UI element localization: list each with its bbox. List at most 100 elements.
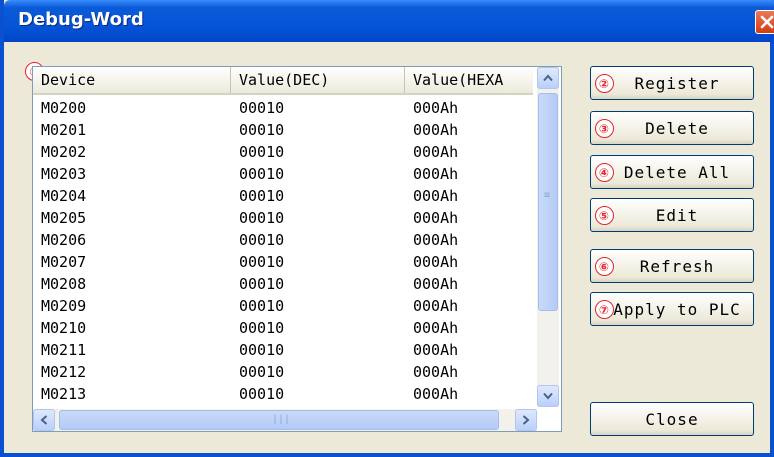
value-dec-cell: 00010 [239, 165, 285, 183]
device-cell: M0213 [41, 385, 87, 403]
value-dec-cell: 00010 [239, 143, 285, 161]
scroll-right-icon [522, 415, 530, 425]
edit-button[interactable]: ⑤ Edit [590, 198, 754, 232]
column-header-device[interactable]: Device [33, 67, 231, 93]
vertical-scrollbar[interactable]: ≡ [537, 67, 559, 407]
table-row[interactable]: M0206 00010 000Ah [33, 229, 533, 251]
value-hexa-cell: 000Ah [413, 253, 459, 271]
apply-label: Apply to PLC [613, 299, 741, 319]
value-hexa-cell: 000Ah [413, 231, 459, 249]
apply-marker: ⑦ [595, 300, 614, 319]
horizontal-scrollbar[interactable]: ||| [33, 409, 537, 431]
device-cell: M0206 [41, 231, 87, 249]
value-hexa-cell: 000Ah [413, 275, 459, 293]
refresh-label: Refresh [639, 256, 715, 276]
table-row[interactable]: M0203 00010 000Ah [33, 163, 533, 185]
value-dec-cell: 00010 [239, 231, 285, 249]
table-row[interactable]: M0202 00010 000Ah [33, 141, 533, 163]
device-cell: M0210 [41, 319, 87, 337]
value-hexa-cell: 000Ah [413, 297, 459, 315]
value-dec-cell: 00010 [239, 297, 285, 315]
device-cell: M0211 [41, 341, 87, 359]
value-dec-cell: 00010 [239, 187, 285, 205]
scroll-up-button[interactable] [537, 67, 559, 89]
value-hexa-cell: 000Ah [413, 187, 459, 205]
delete-label: Delete [645, 118, 709, 138]
list-rows: M0200 00010 000Ah M0201 00010 000Ah M0202 00010… [33, 97, 533, 405]
table-row[interactable]: M0209 00010 000Ah [33, 295, 533, 317]
delete-all-marker: ④ [595, 163, 614, 182]
value-hexa-cell: 000Ah [413, 363, 459, 381]
device-cell: M0202 [41, 143, 87, 161]
close-button[interactable]: Close [590, 402, 754, 436]
table-row[interactable]: M0213 00010 000Ah [33, 383, 533, 405]
device-cell: M0205 [41, 209, 87, 227]
apply-to-plc-button[interactable]: ⑦ Apply to PLC [590, 292, 754, 326]
scroll-right-button[interactable] [515, 409, 537, 431]
delete-button[interactable]: ③ Delete [590, 111, 754, 145]
window-title: Debug-Word [18, 9, 144, 30]
device-cell: M0204 [41, 187, 87, 205]
grip-icon: ||| [272, 414, 291, 425]
value-hexa-cell: 000Ah [413, 143, 459, 161]
value-hexa-cell: 000Ah [413, 385, 459, 403]
close-label: Close [645, 409, 699, 429]
value-hexa-cell: 000Ah [413, 341, 459, 359]
list-header: Device Value(DEC) Value(HEXA [33, 67, 533, 95]
table-row[interactable]: M0201 00010 000Ah [33, 119, 533, 141]
device-cell: M0200 [41, 99, 87, 117]
table-row[interactable]: M0205 00010 000Ah [33, 207, 533, 229]
value-dec-cell: 00010 [239, 99, 285, 117]
value-dec-cell: 00010 [239, 363, 285, 381]
value-dec-cell: 00010 [239, 385, 285, 403]
delete-all-button[interactable]: ④ Delete All [590, 155, 754, 189]
register-marker: ② [595, 74, 614, 93]
value-hexa-cell: 000Ah [413, 165, 459, 183]
device-cell: M0201 [41, 121, 87, 139]
device-list[interactable]: Device Value(DEC) Value(HEXA M0200 00010 0… [32, 66, 562, 432]
refresh-marker: ⑥ [595, 257, 614, 276]
scroll-down-icon [543, 392, 553, 400]
scroll-left-icon [40, 415, 48, 425]
scroll-left-button[interactable] [33, 409, 55, 431]
value-dec-cell: 00010 [239, 253, 285, 271]
value-hexa-cell: 000Ah [413, 99, 459, 117]
delete-all-label: Delete All [623, 162, 731, 182]
column-header-value-dec[interactable]: Value(DEC) [231, 67, 405, 93]
device-cell: M0203 [41, 165, 87, 183]
table-row[interactable]: M0211 00010 000Ah [33, 339, 533, 361]
value-dec-cell: 00010 [239, 275, 285, 293]
device-cell: M0208 [41, 275, 87, 293]
delete-marker: ③ [595, 119, 614, 138]
vertical-scroll-thumb[interactable]: ≡ [538, 93, 558, 311]
register-button[interactable]: ② Register [590, 66, 754, 100]
device-cell: M0212 [41, 363, 87, 381]
close-window-button[interactable] [755, 10, 774, 34]
column-header-value-hexa[interactable]: Value(HEXA [405, 67, 537, 93]
debug-word-window: Debug-Word ① Device Value(DEC) Value(HEX… [0, 0, 774, 457]
table-row[interactable]: M0204 00010 000Ah [33, 185, 533, 207]
close-icon [760, 15, 774, 29]
table-row[interactable]: M0208 00010 000Ah [33, 273, 533, 295]
value-hexa-cell: 000Ah [413, 209, 459, 227]
value-hexa-cell: 000Ah [413, 319, 459, 337]
table-row[interactable]: M0207 00010 000Ah [33, 251, 533, 273]
scroll-up-icon [543, 74, 553, 82]
device-cell: M0209 [41, 297, 87, 315]
table-row[interactable]: M0210 00010 000Ah [33, 317, 533, 339]
device-cell: M0207 [41, 253, 87, 271]
scroll-down-button[interactable] [537, 385, 559, 407]
table-row[interactable]: M0212 00010 000Ah [33, 361, 533, 383]
value-dec-cell: 00010 [239, 121, 285, 139]
value-dec-cell: 00010 [239, 209, 285, 227]
table-row[interactable]: M0200 00010 000Ah [33, 97, 533, 119]
refresh-button[interactable]: ⑥ Refresh [590, 249, 754, 283]
grip-icon: ≡ [544, 190, 551, 201]
value-hexa-cell: 000Ah [413, 121, 459, 139]
title-bar[interactable]: Debug-Word [4, 0, 774, 42]
edit-marker: ⑤ [595, 206, 614, 225]
register-label: Register [634, 73, 720, 93]
value-dec-cell: 00010 [239, 341, 285, 359]
value-dec-cell: 00010 [239, 319, 285, 337]
horizontal-scroll-thumb[interactable]: ||| [59, 410, 499, 430]
